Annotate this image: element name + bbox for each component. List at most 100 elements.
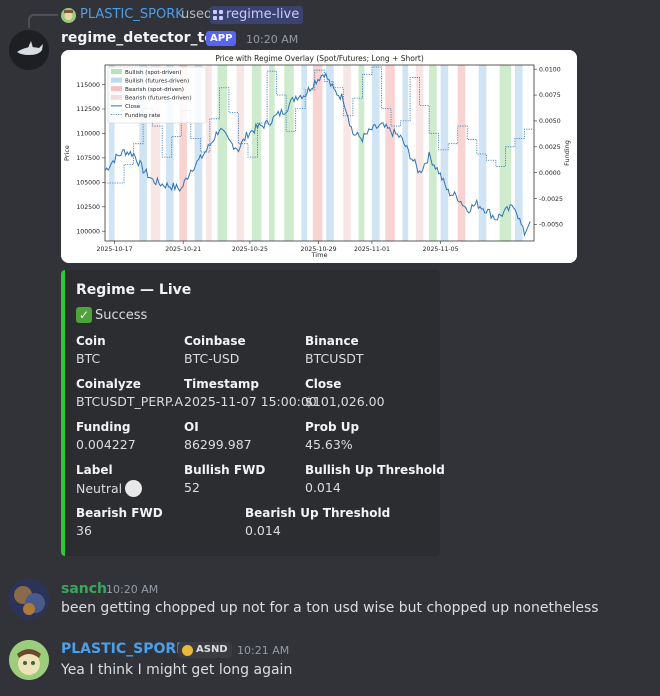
reply-username[interactable]: PLASTIC_SPORK — [80, 7, 184, 22]
check-mark-icon: ✓ — [76, 307, 92, 323]
field-value-timestamp: 2025-11-07 15:00:00 — [184, 394, 317, 409]
legend-label: Funding rate — [125, 113, 161, 119]
slash-command-icon — [213, 10, 223, 20]
reply-avatar[interactable] — [61, 8, 76, 23]
command-name: regime-live — [226, 7, 300, 22]
field-value-prob-up: 45.63% — [305, 437, 353, 452]
plastic-spork-avatar[interactable] — [9, 640, 49, 680]
field-value-binance: BTCUSDT — [305, 351, 364, 366]
x-tick-label: 2025-10-25 — [232, 246, 268, 253]
regime-band — [217, 65, 228, 241]
sanch-message-text: been getting chopped up not for a ton us… — [61, 600, 599, 616]
field-value-bearish-up-threshold: 0.014 — [245, 523, 281, 538]
regime-band — [440, 65, 449, 241]
field-name-coin: Coin — [76, 334, 106, 348]
legend-swatch — [111, 86, 122, 92]
regime-band — [371, 65, 380, 241]
field-value-close: $101,026.00 — [305, 394, 385, 409]
embed-status-text: Success — [95, 307, 148, 323]
x-tick-label: 2025-11-05 — [423, 246, 459, 253]
regime-band — [343, 65, 351, 241]
y-tick-label: 100000 — [76, 228, 100, 235]
command-mention[interactable]: regime-live — [210, 6, 304, 24]
regime-band — [478, 65, 487, 241]
y-tick-label: 115000 — [76, 82, 100, 89]
field-name-coinbase: Coinbase — [184, 334, 246, 348]
x-tick-label: 2025-10-21 — [165, 246, 201, 253]
regime-band — [301, 65, 308, 241]
field-value-coin: BTC — [76, 351, 101, 366]
embed-title: Regime — Live — [76, 282, 192, 298]
bot-avatar[interactable] — [9, 30, 49, 70]
x-tick-label: 2025-10-29 — [301, 246, 337, 253]
chart-title: Price with Regime Overlay (Spot/Futures;… — [215, 54, 424, 63]
pony-character-icon — [9, 640, 49, 680]
field-name-bullish-up-threshold: Bullish Up Threshold — [305, 463, 445, 477]
bot-message-time[interactable]: 10:20 AM — [246, 33, 298, 46]
field-value-bearish-fwd: 36 — [76, 523, 92, 538]
field-name-prob-up: Prob Up — [305, 420, 360, 434]
regime-band — [312, 65, 323, 241]
chart-attachment[interactable]: Price with Regime Overlay (Spot/Futures;… — [61, 50, 577, 263]
y-tick-label: 105000 — [76, 180, 100, 187]
field-name-close: Close — [305, 377, 342, 391]
regime-band — [268, 65, 275, 241]
white-circle-icon — [125, 480, 143, 497]
field-name-bullish-fwd: Bullish FWD — [184, 463, 266, 477]
field-name-coinalyze: Coinalyze — [76, 377, 141, 391]
legend-label: Bearish (spot-driven) — [125, 87, 184, 93]
y2-tick-label: 0.0000 — [539, 170, 561, 177]
field-value-label-wrap: Neutral — [76, 480, 143, 497]
regime-band — [284, 65, 294, 241]
field-value-label: Neutral — [76, 481, 123, 496]
regime-band — [251, 65, 262, 241]
sanch-avatar[interactable] — [9, 579, 49, 619]
regime-chart: Price with Regime Overlay (Spot/Futures;… — [61, 50, 577, 263]
legend-swatch — [111, 94, 122, 100]
legend-swatch — [111, 77, 122, 83]
x-tick-label: 2025-11-01 — [354, 246, 390, 253]
field-value-coinbase: BTC-USD — [184, 351, 240, 366]
y-tick-label: 112500 — [76, 106, 100, 113]
regime-band — [457, 65, 466, 241]
y2-tick-label: 0.0075 — [539, 92, 561, 99]
abstract-art-icon — [9, 579, 49, 619]
y2-tick-label: -0.0050 — [539, 222, 563, 229]
field-name-label: Label — [76, 463, 113, 477]
field-name-bearish-fwd: Bearish FWD — [76, 506, 163, 520]
regime-embed: Regime — Live ✓ Success Coin BTC Coinbas… — [61, 270, 445, 556]
regime-band — [326, 65, 334, 241]
bot-author-name[interactable]: regime_detector_test — [61, 30, 229, 46]
regime-band — [429, 65, 437, 241]
field-name-funding: Funding — [76, 420, 131, 434]
field-value-oi: 86299.987 — [184, 437, 252, 452]
plastic-spork-author-name[interactable]: PLASTIC_SPORK — [61, 641, 187, 657]
legend-label: Bullish (spot-driven) — [125, 70, 181, 76]
field-value-bullish-fwd: 52 — [184, 480, 200, 495]
regime-band — [402, 65, 409, 241]
server-tag-badge[interactable]: ASND — [178, 642, 232, 658]
field-value-bullish-up-threshold: 0.014 — [305, 480, 341, 495]
y2-tick-label: 0.0050 — [539, 118, 561, 125]
server-tag-text: ASND — [196, 644, 228, 655]
y2-tick-label: 0.0025 — [539, 144, 561, 151]
chart-legend: Bullish (spot-driven) Bullish (futures-dr… — [107, 66, 207, 124]
field-value-coinalyze: BTCUSDT_PERP.A — [76, 394, 184, 409]
y-axis-label: Price — [63, 145, 71, 161]
sanch-author-name[interactable]: sanch — [61, 581, 107, 597]
emoji-face-icon — [182, 644, 193, 656]
legend-label: Bullish (futures-driven) — [125, 78, 189, 84]
x-tick-label: 2025-10-17 — [97, 246, 133, 253]
plastic-spork-message-time[interactable]: 10:21 AM — [237, 644, 289, 657]
field-name-binance: Binance — [305, 334, 359, 348]
legend-label: Close — [125, 104, 141, 110]
y-tick-label: 110000 — [76, 131, 100, 138]
regime-band — [514, 65, 523, 241]
regime-band — [385, 65, 395, 241]
sanch-message-time[interactable]: 10:20 AM — [106, 583, 158, 596]
regime-band — [236, 65, 245, 241]
field-value-funding: 0.004227 — [76, 437, 136, 452]
embed-status: ✓ Success — [76, 307, 147, 323]
field-name-oi: OI — [184, 420, 199, 434]
legend-label: Bearish (futures-driven) — [125, 96, 192, 102]
